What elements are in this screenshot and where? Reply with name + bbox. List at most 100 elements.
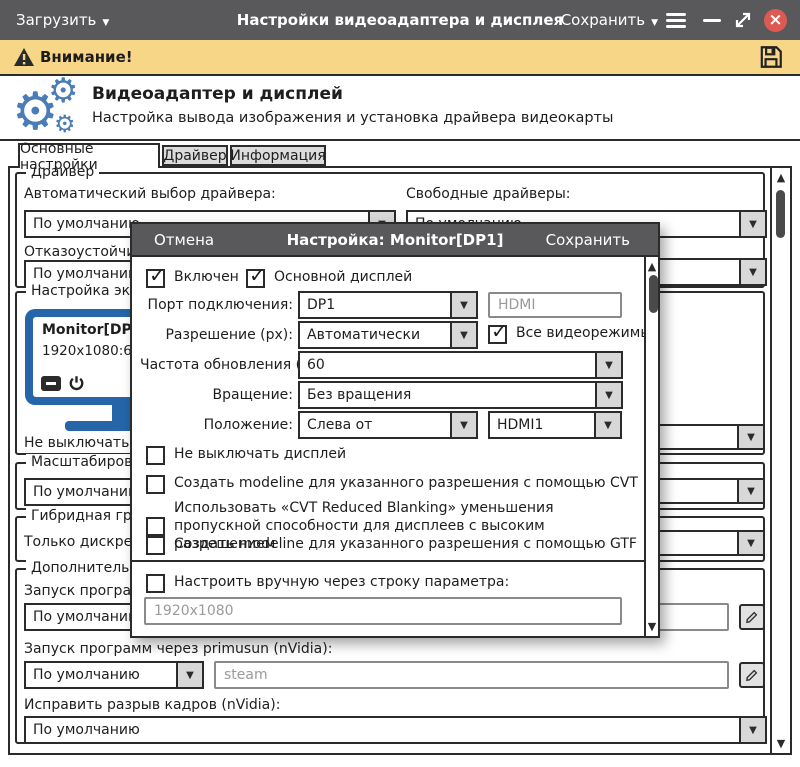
caret-down-icon xyxy=(450,413,476,437)
no-blank-checkbox[interactable] xyxy=(146,446,165,465)
scroll-down-icon[interactable] xyxy=(772,737,790,750)
free-drivers-label: Свободные драйверы: xyxy=(406,186,571,202)
minus-button[interactable] xyxy=(41,376,61,391)
gtf-checkbox-row[interactable]: Создать modeline для указанного разрешен… xyxy=(146,535,637,555)
refresh-rate-label: Частота обновления (Hz): xyxy=(140,357,330,373)
pencil-icon xyxy=(746,669,758,682)
primary-display-checkbox[interactable] xyxy=(246,263,266,288)
warning-triangle-icon xyxy=(14,48,34,66)
caret-down-icon xyxy=(595,383,621,407)
all-modes-checkbox[interactable] xyxy=(488,319,508,344)
gears-logo xyxy=(12,80,90,140)
run2-value: По умолчанию xyxy=(33,667,140,683)
no-blank-label: Не выключать дисплей xyxy=(174,446,347,462)
tab-information[interactable]: Информация xyxy=(230,145,326,166)
gtf-label: Создать modeline для указанного разрешен… xyxy=(174,536,637,552)
cvt-label: Создать modeline для указанного разрешен… xyxy=(174,475,638,491)
run2-select[interactable]: По умолчанию xyxy=(24,661,204,689)
edit-button[interactable] xyxy=(739,604,765,630)
auto-driver-label: Автоматический выбор драйвера: xyxy=(24,186,276,202)
gear-icon xyxy=(48,74,78,108)
caret-down-icon xyxy=(450,293,476,317)
chevron-down-icon xyxy=(651,11,658,29)
tab-label: Информация xyxy=(230,147,326,164)
manual-checkbox[interactable] xyxy=(146,574,165,593)
position-target-value: HDMI1 xyxy=(497,417,544,433)
page-subtitle: Настройка вывода изображения и установка… xyxy=(92,110,614,126)
save-button[interactable]: Сохранить xyxy=(546,224,630,255)
close-icon[interactable] xyxy=(764,9,787,32)
primary-display-checkbox-row[interactable]: Основной дисплей xyxy=(246,263,413,288)
caret-down-icon xyxy=(739,212,765,236)
caret-down-icon xyxy=(737,532,763,554)
cvt-rb-checkbox[interactable] xyxy=(146,517,165,537)
load-menu-label: Загрузить xyxy=(16,11,97,29)
all-modes-checkbox-row[interactable]: Все видеорежимы xyxy=(488,319,652,344)
caret-down-icon xyxy=(739,718,765,742)
rotation-value: Без вращения xyxy=(307,387,412,403)
enabled-label: Включен xyxy=(174,269,239,285)
save-file-icon[interactable] xyxy=(758,44,784,70)
edit-button[interactable] xyxy=(739,662,765,688)
caret-down-icon xyxy=(739,260,765,284)
enabled-checkbox[interactable] xyxy=(146,263,166,288)
position-label: Положение: xyxy=(203,417,293,433)
run2-label: Запуск программ через primusun (nVidia): xyxy=(24,641,333,657)
port-custom-input[interactable] xyxy=(488,292,622,318)
page-title: Видеоадаптер и дисплей xyxy=(92,84,343,104)
warning-text: Внимание! xyxy=(40,48,133,66)
manual-checkbox-row[interactable]: Настроить вручную через строку параметра… xyxy=(146,573,509,593)
all-modes-label: Все видеорежимы xyxy=(516,325,652,341)
save-menu-button[interactable]: Сохранить xyxy=(561,0,658,40)
scrollbar-thumb[interactable] xyxy=(648,275,658,313)
gtf-checkbox[interactable] xyxy=(146,536,165,555)
dialog-divider xyxy=(132,560,658,562)
resolution-label: Разрешение (px): xyxy=(165,327,293,343)
primary-display-label: Основной дисплей xyxy=(274,269,413,285)
tab-main-settings[interactable]: Основные настройки xyxy=(18,141,160,173)
save-menu-label: Сохранить xyxy=(560,11,646,29)
scroll-up-icon[interactable] xyxy=(646,260,658,273)
dialog-header: Отмена Настройка: Monitor[DP1] Сохранить xyxy=(132,224,658,257)
caret-down-icon xyxy=(594,413,620,437)
caret-down-icon xyxy=(176,663,202,687)
power-icon[interactable] xyxy=(68,375,85,392)
minimize-icon[interactable] xyxy=(703,19,721,22)
caret-down-icon xyxy=(737,426,763,448)
resolution-value: Автоматически xyxy=(307,327,421,343)
no-blank-checkbox-row[interactable]: Не выключать дисплей xyxy=(146,445,346,465)
monitor-settings-dialog: Отмена Настройка: Monitor[DP1] Сохранить… xyxy=(130,222,660,638)
resolution-select[interactable]: Автоматически xyxy=(298,321,478,349)
scroll-up-icon[interactable] xyxy=(772,171,790,184)
rotation-select[interactable]: Без вращения xyxy=(298,381,623,409)
position-target-select[interactable]: HDMI1 xyxy=(488,411,622,439)
position-select[interactable]: Слева от xyxy=(298,411,478,439)
tab-driver[interactable]: Драйвер xyxy=(162,145,228,166)
maximize-icon[interactable] xyxy=(733,10,753,30)
gear-icon xyxy=(54,112,76,136)
load-menu-button[interactable]: Загрузить xyxy=(16,0,109,40)
enabled-checkbox-row[interactable]: Включен xyxy=(146,263,239,288)
port-select[interactable]: DP1 xyxy=(298,291,478,319)
main-scrollbar[interactable] xyxy=(770,168,790,753)
vsync-value: По умолчанию xyxy=(33,722,140,738)
run2-input[interactable] xyxy=(214,661,729,689)
scroll-down-icon[interactable] xyxy=(646,620,658,633)
refresh-rate-value: 60 xyxy=(307,357,325,373)
port-value: DP1 xyxy=(307,297,336,313)
caret-down-icon xyxy=(595,353,621,377)
tab-label: Основные настройки xyxy=(20,140,98,173)
chevron-down-icon xyxy=(102,11,109,29)
pencil-icon xyxy=(746,611,758,624)
cvt-checkbox-row[interactable]: Создать modeline для указанного разрешен… xyxy=(146,474,638,494)
dialog-scrollbar[interactable] xyxy=(644,257,658,636)
cvt-checkbox[interactable] xyxy=(146,475,165,494)
hamburger-menu-icon[interactable] xyxy=(666,13,686,16)
position-value: Слева от xyxy=(307,417,373,433)
port-label: Порт подключения: xyxy=(147,297,293,313)
refresh-rate-select[interactable]: 60 xyxy=(298,351,623,379)
vsync-select[interactable]: По умолчанию xyxy=(24,716,767,744)
scrollbar-thumb[interactable] xyxy=(776,190,785,238)
cancel-button[interactable]: Отмена xyxy=(154,224,214,255)
manual-param-input[interactable] xyxy=(144,597,622,625)
